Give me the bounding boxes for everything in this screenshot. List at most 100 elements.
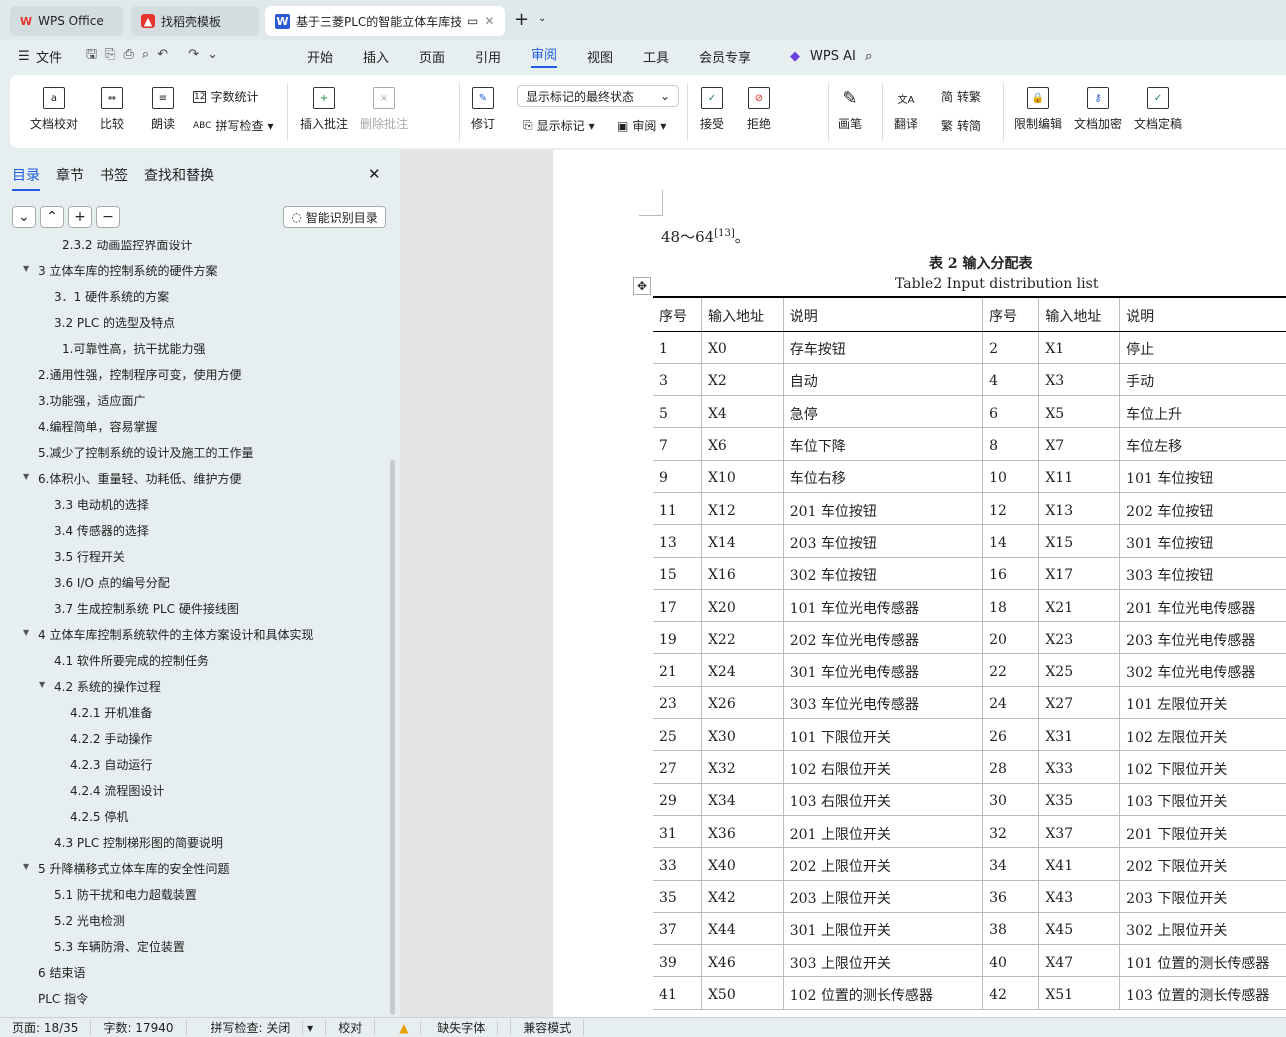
menu-vip[interactable]: 会员专享 [699, 47, 751, 66]
translate-icon: 文A [897, 94, 915, 106]
spell-check-status[interactable]: 拼写检查: 关闭 ▾ [187, 1019, 327, 1036]
restrict-editing-button[interactable]: 🔒 限制编辑 [1014, 87, 1062, 132]
collapse-button[interactable]: ⌄ [12, 206, 36, 228]
page-indicator[interactable]: 页面: 18/35 [0, 1019, 92, 1036]
word-count[interactable]: 字数: 17940 [91, 1019, 187, 1036]
pen-button[interactable]: ✎ 画笔 [838, 87, 862, 132]
menu-file[interactable]: 文件 [36, 47, 62, 66]
menu-wps-ai[interactable]: WPS AI [810, 49, 856, 64]
search-icon[interactable]: ⌕ [865, 49, 872, 64]
read-aloud-button[interactable]: ≡ 朗读 [151, 87, 175, 132]
menu-page[interactable]: 页面 [419, 47, 445, 66]
toc-scrollbar[interactable] [390, 460, 395, 1015]
close-icon[interactable]: ✕ [484, 14, 494, 28]
toc-item[interactable]: 3.功能强，适应面广 [38, 392, 145, 409]
toc-item[interactable]: 6 结束语 [38, 964, 85, 981]
tab-sections[interactable]: 章节 [56, 165, 84, 191]
toc-item[interactable]: 4.1 软件所要完成的控制任务 [54, 652, 209, 669]
encrypt-button[interactable]: ⚷ 文档加密 [1074, 87, 1122, 132]
tab-templates[interactable]: ▲ 找稻壳模板 [131, 6, 259, 36]
menu-view[interactable]: 视图 [587, 47, 613, 66]
toc-item[interactable]: 5.1 防干扰和电力超载装置 [54, 886, 197, 903]
collapse-arrow-icon[interactable]: ▼ [23, 472, 29, 481]
toc-item[interactable]: 2.通用性强，控制程序可变，使用方便 [38, 366, 241, 383]
show-markup-button[interactable]: ⎘ 显示标记 ▾ [523, 117, 595, 134]
menu-tools[interactable]: 工具 [643, 47, 669, 66]
menu-home[interactable]: 开始 [307, 47, 333, 66]
table-cell: 40 [982, 944, 1039, 978]
missing-font-status[interactable]: ▲ 缺失字体 [375, 1019, 512, 1036]
toc-item[interactable]: 3.2 PLC 的选型及特点 [54, 314, 175, 331]
toc-item[interactable]: 3．1 硬件系统的方案 [54, 288, 169, 305]
toc-item[interactable]: 5.3 车辆防滑、定位装置 [54, 938, 185, 955]
tab-bookmarks[interactable]: 书签 [100, 165, 128, 191]
finalize-button[interactable]: ✓ 文档定稿 [1134, 87, 1182, 132]
toc-item[interactable]: 4.2.4 流程图设计 [70, 782, 164, 799]
toc-item[interactable]: 4.2.2 手动操作 [70, 730, 152, 747]
toc-item[interactable]: ▼ 5 升降横移式立体车库的安全性问题 [23, 860, 229, 877]
collapse-arrow-icon[interactable]: ▼ [39, 680, 45, 689]
tab-document[interactable]: W 基于三菱PLC的智能立体车库技 ▭ ✕ [265, 6, 505, 36]
delete-comment-button[interactable]: × 删除批注 [360, 87, 408, 132]
toc-item[interactable]: 5.减少了控制系统的设计及施工的工作量 [38, 444, 253, 461]
toc-item[interactable]: 4.编程简单，容易掌握 [38, 418, 157, 435]
toc-item[interactable]: 3.6 I/O 点的编号分配 [54, 574, 170, 591]
accept-button[interactable]: ✓ 接受 [700, 87, 724, 132]
markup-state-select[interactable]: 显示标记的最终状态 ⌄ [517, 85, 679, 107]
table-cell: X51 [1038, 976, 1120, 1010]
proofread-status[interactable]: 校对 [326, 1019, 376, 1036]
toc-item[interactable]: ▼ 4 立体车库控制系统软件的主体方案设计和具体实现 [23, 626, 313, 643]
translate-button[interactable]: 文A 翻译 [894, 87, 918, 132]
collapse-arrow-icon[interactable]: ▼ [23, 628, 29, 637]
collapse-arrow-icon[interactable]: ▼ [23, 264, 29, 273]
toc-item[interactable]: ▼ 4.2 系统的操作过程 [39, 678, 161, 695]
toc-item[interactable]: 4.3 PLC 控制梯形图的简要说明 [54, 834, 223, 851]
remove-heading-button[interactable]: − [96, 206, 120, 228]
menu-insert[interactable]: 插入 [363, 47, 389, 66]
toc-item[interactable]: 3.7 生成控制系统 PLC 硬件接线图 [54, 600, 239, 617]
collapse-arrow-icon[interactable]: ▼ [23, 862, 29, 871]
monitor-icon[interactable]: ▭ [467, 14, 478, 28]
compare-button[interactable]: ⇔ 比较 [100, 87, 124, 132]
hamburger-icon[interactable]: ☰ [18, 49, 30, 64]
spell-check-button[interactable]: ABC 拼写检查 ▾ [193, 117, 274, 134]
table-cell: 11 [653, 492, 702, 526]
toc-item[interactable]: 3.3 电动机的选择 [54, 496, 149, 513]
toc-item[interactable]: 3.4 传感器的选择 [54, 522, 149, 539]
quick-access-icons[interactable]: 🖫⎘⎙⌕↶ ↷⌄ [86, 45, 226, 67]
word-count-button[interactable]: 12 字数统计 [193, 88, 258, 105]
toc-item[interactable]: ▼ 6.体积小、重量轻、功耗低、维护方便 [23, 470, 241, 487]
new-tab-icon[interactable]: + [514, 9, 529, 30]
table-cell: X25 [1038, 653, 1120, 687]
proofread-button[interactable]: a 文档校对 [30, 87, 78, 132]
expand-button[interactable]: ⌃ [40, 206, 64, 228]
chevron-down-icon[interactable]: ⌄ [538, 13, 546, 24]
track-changes-button[interactable]: ✎ 修订 [471, 87, 495, 132]
smart-toc-button[interactable]: ◌ 智能识别目录 [283, 206, 386, 228]
toc-item[interactable]: 4.2.1 开机准备 [70, 704, 152, 721]
toc-item[interactable]: 2.3.2 动画监控界面设计 [62, 240, 192, 253]
tab-toc[interactable]: 目录 [12, 165, 40, 191]
reject-button[interactable]: ⊘ 拒绝 [747, 87, 771, 132]
menu-review[interactable]: 审阅 [531, 44, 558, 68]
toc-item[interactable]: 4.2.3 自动运行 [70, 756, 152, 773]
tab-wps-office[interactable]: W WPS Office [10, 6, 123, 36]
table-cell: 203 车位按钮 [782, 524, 983, 558]
table-move-handle-icon[interactable]: ✥ [633, 277, 651, 295]
review-pane-button[interactable]: ▣ 审阅 ▾ [617, 117, 666, 134]
tab-find-replace[interactable]: 查找和替换 [144, 165, 214, 191]
to-simplified-button[interactable]: 繁转简 [941, 117, 981, 134]
toc-item[interactable]: 3.5 行程开关 [54, 548, 125, 565]
table-cell: X44 [700, 912, 784, 946]
menu-references[interactable]: 引用 [475, 47, 501, 66]
toc-item[interactable]: 4.2.5 停机 [70, 808, 128, 825]
to-traditional-button[interactable]: 简转繁 [941, 88, 981, 105]
add-heading-button[interactable]: + [68, 206, 92, 228]
toc-item[interactable]: PLC 指令 [38, 990, 88, 1007]
toc-item[interactable]: 5.2 光电检测 [54, 912, 125, 929]
table-cell: 停止 [1119, 331, 1286, 364]
close-panel-icon[interactable]: ✕ [368, 165, 381, 183]
insert-comment-button[interactable]: + 插入批注 [300, 87, 348, 132]
toc-item[interactable]: ▼ 3 立体车库的控制系统的硬件方案 [23, 262, 217, 279]
toc-item[interactable]: 1.可靠性高，抗干扰能力强 [62, 340, 205, 357]
